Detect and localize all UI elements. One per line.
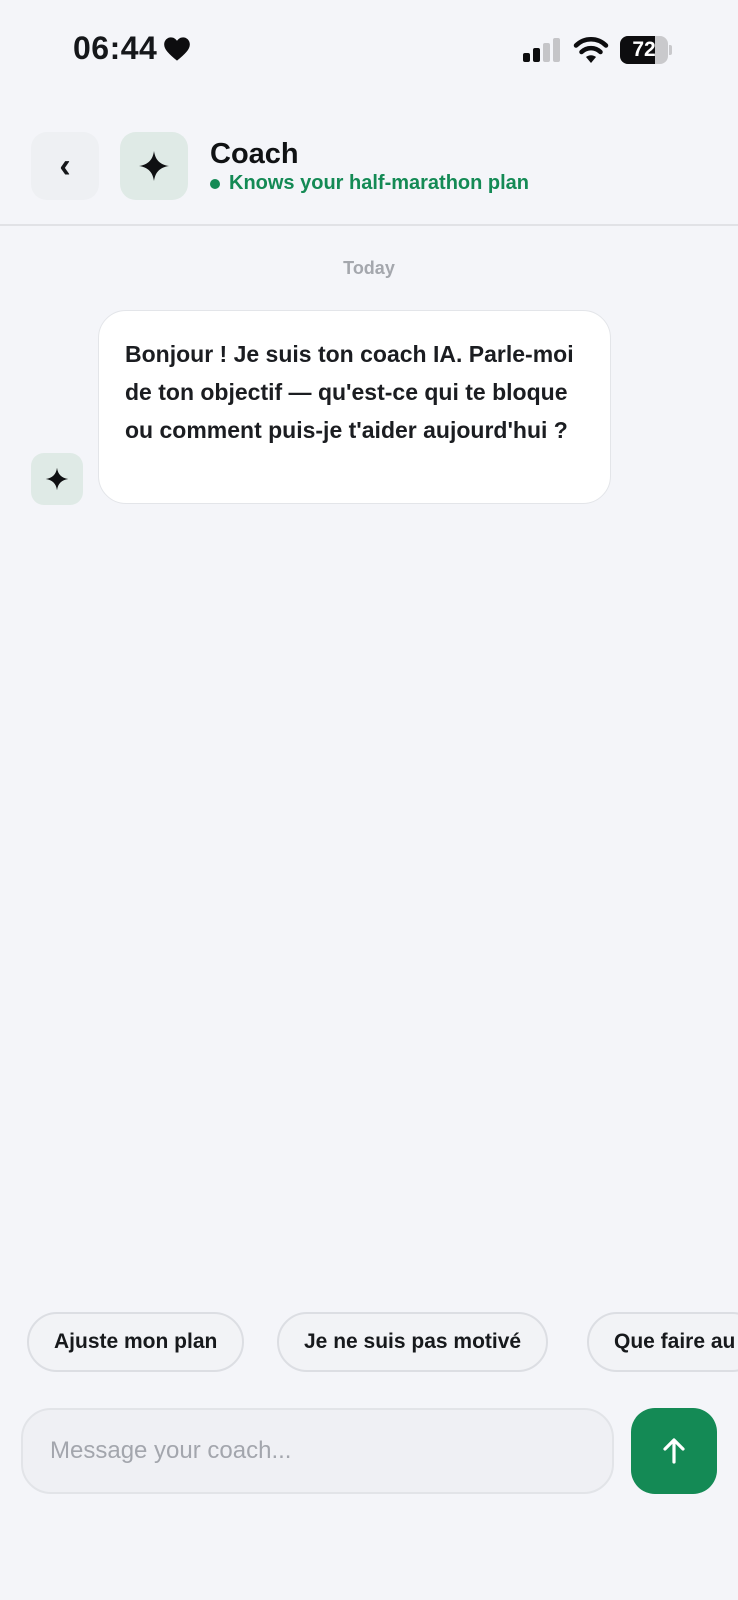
chevron-left-icon: ‹	[59, 146, 71, 185]
suggestion-chip[interactable]: Je ne suis pas motivé	[277, 1312, 549, 1372]
coach-status-text: Knows your half-marathon plan	[229, 172, 530, 194]
coach-avatar	[120, 132, 188, 200]
status-time: 06:44	[73, 30, 191, 67]
date-separator: Today	[343, 258, 395, 278]
suggestion-chips: Ajuste mon plan Je ne suis pas motivé Qu…	[0, 1310, 738, 1374]
sparkle-icon	[45, 467, 69, 491]
battery-icon: 72	[620, 36, 672, 64]
heart-icon	[164, 36, 191, 61]
coach-title: Coach	[210, 138, 299, 170]
message-input[interactable]	[21, 1408, 614, 1494]
message-avatar	[31, 453, 83, 505]
arrow-up-icon	[663, 1438, 685, 1464]
battery-level: 72	[632, 38, 656, 61]
message-row: Bonjour ! Je suis ton coach IA. Parle-mo…	[0, 308, 738, 508]
suggestion-chip[interactable]: Que faire au	[587, 1312, 738, 1372]
wifi-icon	[573, 37, 609, 63]
chat-header: ‹ Coach Knows your half-marathon plan	[0, 100, 738, 226]
suggestion-chip[interactable]: Ajuste mon plan	[27, 1312, 245, 1372]
send-button[interactable]	[631, 1408, 717, 1494]
status-bar: 06:44 72	[0, 0, 738, 100]
sparkle-icon	[139, 151, 169, 181]
cellular-signal-icon	[523, 38, 560, 62]
back-button[interactable]: ‹	[31, 132, 99, 200]
coach-status: Knows your half-marathon plan	[210, 172, 529, 195]
online-dot-icon	[210, 178, 220, 189]
coach-message-bubble: Bonjour ! Je suis ton coach IA. Parle-mo…	[98, 310, 611, 504]
time-label: 06:44	[73, 30, 158, 66]
